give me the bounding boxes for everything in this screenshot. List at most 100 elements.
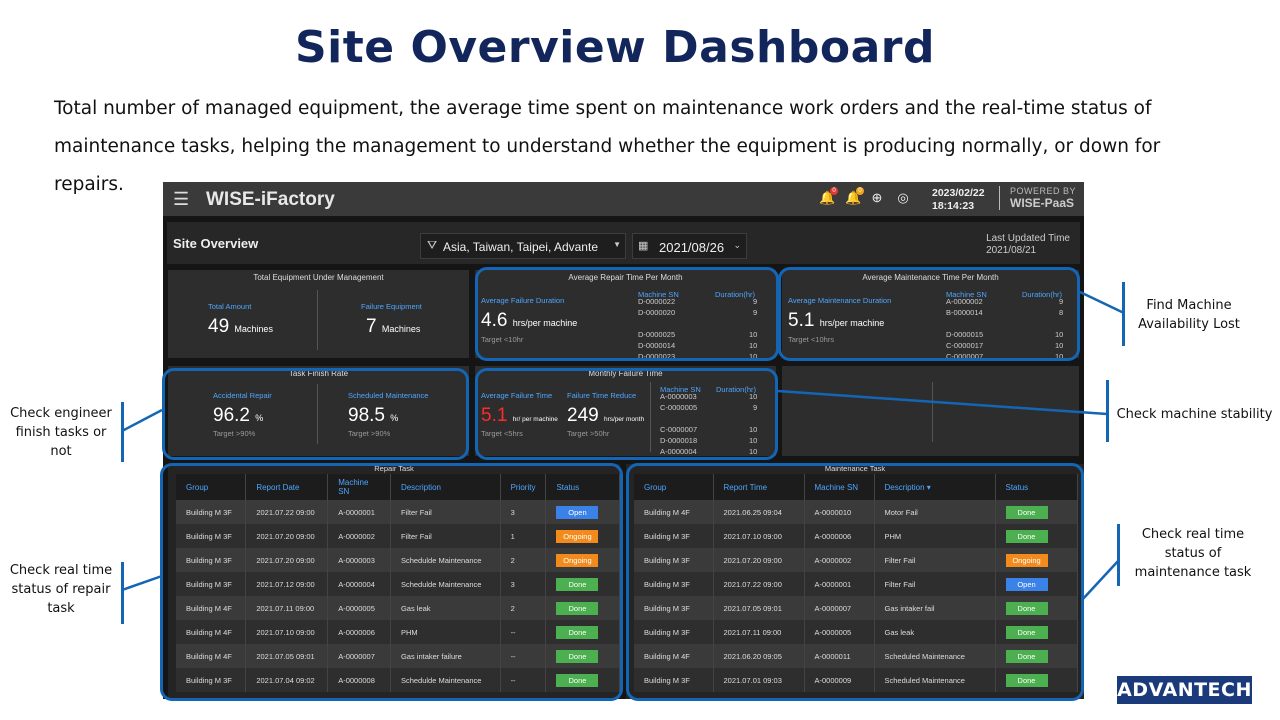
table-cell-group: Building M 4F (176, 620, 247, 644)
annotation-bar (1117, 524, 1120, 586)
list-item-dur: 10 (749, 436, 758, 445)
col-description[interactable]: Description (390, 474, 501, 500)
repair-task-table: Group Report Date Machine SN Description… (176, 474, 620, 692)
globe-icon[interactable]: ⊕ (870, 191, 884, 205)
col-group[interactable]: Group (634, 474, 714, 500)
table-header-row: Group Report Date Machine SN Description… (176, 474, 620, 500)
table-cell-status: Done (545, 596, 620, 620)
list-item-sn: C-0000007 (660, 425, 698, 434)
table-row[interactable]: Building M 3F 2021.07.22 09:00 A-0000001 Fi… (176, 500, 620, 524)
table-cell-status: Done (995, 644, 1078, 668)
slide-title: Site Overview Dashboard (294, 22, 935, 73)
col-priority[interactable]: Priority (500, 474, 547, 500)
table-cell-date: 2021.07.05 09:01 (245, 644, 329, 668)
location-filter-value: Asia, Taiwan, Taipei, Advante (443, 240, 598, 254)
table-cell-date: 2021.07.10 09:00 (713, 524, 805, 548)
status-badge: Ongoing (556, 529, 599, 543)
table-row[interactable]: Building M 4F 2021.07.11 09:00 A-0000005 Ga… (176, 596, 620, 620)
connector-line (1079, 290, 1125, 315)
col-report-time[interactable]: Report Time (713, 474, 805, 500)
table-row[interactable]: Building M 4F 2021.07.10 09:00 A-0000006 PH… (176, 620, 620, 644)
col-report-date[interactable]: Report Date (245, 474, 329, 500)
notification-bell-icon[interactable]: 🔔 0 (845, 187, 864, 205)
divider (932, 382, 933, 442)
annotation-maintenance-status: Check real time status of maintenance ta… (1134, 527, 1252, 580)
table-cell-status: Done (545, 572, 620, 596)
table-row[interactable]: Building M 3F 2021.07.10 09:00 A-0000006 PH… (634, 524, 1078, 548)
menu-icon[interactable]: ☰ (173, 189, 189, 210)
status-badge: Done (556, 601, 599, 615)
location-filter[interactable]: ⛛ Asia, Taiwan, Taipei, Advante ▼ (420, 233, 626, 259)
sort-down-icon[interactable]: ▾ (927, 483, 931, 492)
list-item-dur: 10 (749, 330, 758, 339)
table-row[interactable]: Building M 3F 2021.07.05 09:01 A-0000007 Ga… (634, 596, 1078, 620)
brand-name: WISE-iFactory (206, 189, 335, 210)
page-title: Site Overview (173, 236, 259, 251)
table-cell-priority: -- (500, 668, 547, 692)
table-cell-sn: A-0000009 (804, 668, 875, 692)
table-row[interactable]: Building M 4F 2021.06.20 09:05 A-0000011 Sc… (634, 644, 1078, 668)
table-row[interactable]: Building M 3F 2021.07.20 09:00 A-0000003 Sc… (176, 548, 620, 572)
table-cell-desc: Filter Fail (390, 524, 501, 548)
table-cell-group: Building M 3F (176, 500, 247, 524)
scheduled-maintenance-label: Scheduled Maintenance (348, 391, 429, 400)
table-row[interactable]: Building M 3F 2021.07.12 09:00 A-0000004 Sc… (176, 572, 620, 596)
status-badge: Done (1005, 649, 1048, 663)
table-cell-sn: A-0000002 (804, 548, 875, 572)
table-cell-status: Done (995, 596, 1078, 620)
table-cell-desc: Gas intaker fail (874, 596, 996, 620)
powered-by-name: WISE-PaaS (1010, 196, 1075, 210)
table-cell-desc: Filter Fail (390, 500, 501, 524)
failure-time-reduce-label: Failure Time Reduce (567, 391, 637, 400)
calendar-icon: ▦ (638, 240, 649, 252)
table-row[interactable]: Building M 3F 2021.07.04 09:02 A-0000008 Sc… (176, 668, 620, 692)
failure-time-reduce-value: 249 hrs/per month (567, 405, 645, 426)
list-item-sn: A-0000002 (946, 297, 983, 306)
list-item-dur: 9 (1059, 297, 1064, 306)
connector-line (121, 574, 163, 592)
col-machine-sn[interactable]: Machine SN (804, 474, 875, 500)
table-row[interactable]: Building M 3F 2021.07.20 09:00 A-0000002 Fi… (176, 524, 620, 548)
connector-line (1081, 559, 1120, 601)
table-cell-sn: A-0000006 (804, 524, 875, 548)
table-row[interactable]: Building M 4F 2021.06.25 09:04 A-0000010 Mo… (634, 500, 1078, 524)
alarm-bell-icon[interactable]: 🔔 0 (819, 187, 838, 205)
maintenance-task-table: Group Report Time Machine SN Description… (634, 474, 1078, 692)
list-item-sn: D-0000023 (638, 352, 676, 361)
panel-title: Repair Task (374, 464, 414, 473)
table-cell-date: 2021.07.12 09:00 (245, 572, 329, 596)
table-row[interactable]: Building M 3F 2021.07.11 09:00 A-0000005 Ga… (634, 620, 1078, 644)
table-cell-sn: A-0000002 (327, 524, 391, 548)
table-cell-sn: A-0000007 (327, 644, 391, 668)
status-badge: Ongoing (556, 553, 599, 567)
table-cell-desc: PHM (390, 620, 501, 644)
table-cell-desc: PHM (874, 524, 996, 548)
table-cell-date: 2021.07.22 09:00 (713, 572, 805, 596)
table-row[interactable]: Building M 4F 2021.07.05 09:01 A-0000007 Ga… (176, 644, 620, 668)
table-cell-status: Done (995, 524, 1078, 548)
table-cell-status: Open (545, 500, 620, 524)
col-status[interactable]: Status (995, 474, 1078, 500)
table-row[interactable]: Building M 3F 2021.07.22 09:00 A-0000001 Fi… (634, 572, 1078, 596)
table-cell-date: 2021.06.20 09:05 (713, 644, 805, 668)
chevron-down-icon: ⌄ (733, 240, 741, 250)
table-cell-status: Ongoing (545, 548, 620, 572)
col-group[interactable]: Group (176, 474, 247, 500)
annotation-bar (1106, 380, 1109, 442)
table-cell-group: Building M 3F (176, 548, 247, 572)
col-status[interactable]: Status (545, 474, 620, 500)
table-row[interactable]: Building M 3F 2021.07.01 09:03 A-0000009 Sc… (634, 668, 1078, 692)
table-row[interactable]: Building M 3F 2021.07.20 09:00 A-0000002 Fi… (634, 548, 1078, 572)
table-cell-date: 2021.07.20 09:00 (245, 548, 329, 572)
table-cell-status: Done (545, 644, 620, 668)
col-machine-sn[interactable]: Machine SN (327, 474, 391, 500)
date-picker[interactable]: ▦ 2021/08/26 ⌄ (632, 233, 747, 259)
table-cell-date: 2021.07.22 09:00 (245, 500, 329, 524)
status-badge: Ongoing (1005, 553, 1048, 567)
table-cell-sn: A-0000004 (327, 572, 391, 596)
table-cell-priority: 3 (500, 572, 547, 596)
card-title: Total Equipment Under Management (253, 273, 384, 282)
user-icon[interactable]: ◎ (896, 191, 910, 205)
col-description[interactable]: Description ▾ (874, 474, 996, 500)
status-badge: Done (556, 673, 599, 687)
